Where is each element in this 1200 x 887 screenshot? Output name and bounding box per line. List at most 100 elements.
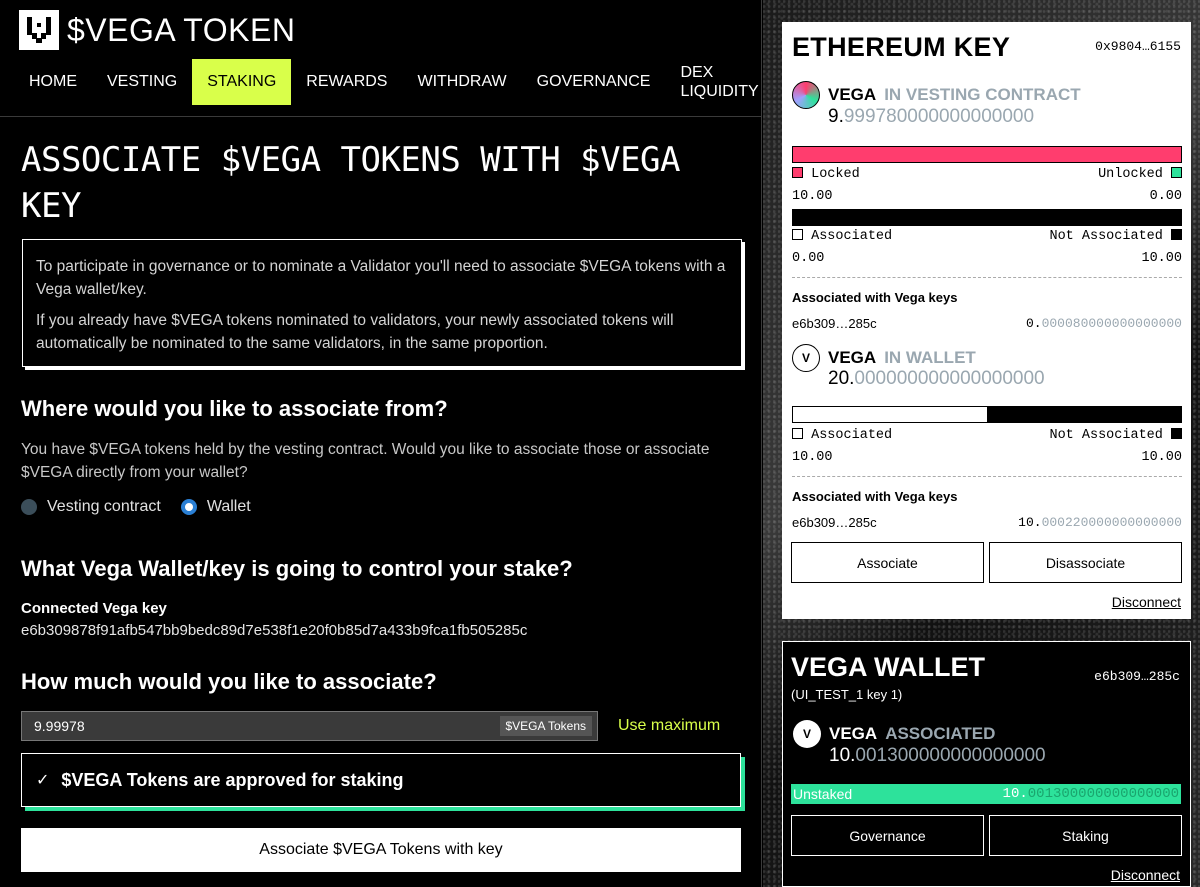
nav-divider — [0, 116, 762, 117]
radio-vesting-contract-label[interactable]: Vesting contract — [47, 498, 161, 516]
nav-item-vesting[interactable]: VESTING — [92, 59, 192, 105]
radio-wallet[interactable] — [180, 499, 197, 515]
ethereum-key-card: ETHEREUM KEY 0x9804…6155 VEGA IN VESTING… — [782, 22, 1191, 619]
wallet-assoc-legend: Associated Not Associated — [792, 428, 1182, 443]
not-associated-label: Not Associated — [1049, 428, 1163, 443]
radio-wallet-label[interactable]: Wallet — [207, 498, 251, 516]
main-nav: HOME VESTING STAKING REWARDS WITHDRAW GO… — [14, 59, 774, 105]
vega-logo-icon — [19, 10, 59, 50]
wallet-heading: What Vega Wallet/key is going to control… — [21, 556, 573, 581]
wallet-amount: 20.000000000000000000 — [828, 368, 1045, 390]
associated-label: Associated — [811, 428, 893, 443]
unstaked-dec: 001300000000000000 — [1027, 786, 1179, 802]
info-text-2: If you already have $VEGA tokens nominat… — [36, 312, 674, 352]
vesting-token-label: IN VESTING CONTRACT — [884, 85, 1081, 104]
vesting-token-name: VEGA — [828, 85, 877, 104]
wallet-key: e6b309…285c — [792, 515, 877, 530]
nav-item-dex-liquidity-line2: LIQUIDITY — [680, 83, 759, 100]
vesting-amount-int: 9. — [828, 106, 844, 127]
associate-button[interactable]: Associate — [791, 542, 984, 583]
vega-wallet-card: VEGA WALLET e6b309…285c (UI_TEST_1 key 1… — [782, 641, 1191, 887]
unstaked-int: 10. — [1002, 786, 1028, 802]
locked-legend: Locked Unlocked — [792, 167, 1182, 182]
vesting-associated-bar — [792, 209, 1182, 226]
check-icon: ✓ — [36, 772, 50, 789]
amount-input-value: 9.99978 — [34, 718, 85, 734]
vega-token-icon: V — [792, 344, 820, 372]
vesting-assoc-legend: Associated Not Associated — [792, 229, 1182, 244]
associated-value: 10.00 — [792, 450, 833, 465]
disassociate-button[interactable]: Disassociate — [989, 542, 1182, 583]
not-associated-swatch — [1171, 229, 1182, 240]
use-maximum-button[interactable]: Use maximum — [618, 717, 720, 735]
vega-wallet-subtitle: (UI_TEST_1 key 1) — [791, 687, 903, 702]
vega-wallet-title: VEGA WALLET — [791, 652, 985, 682]
vw-amount: 10.001300000000000000 — [829, 745, 1046, 767]
brand-title: $VEGA TOKEN — [67, 11, 296, 48]
vesting-keys-heading: Associated with Vega keys — [792, 290, 958, 305]
ethereum-address: 0x9804…6155 — [1095, 39, 1181, 54]
vega-wallet-disconnect-link[interactable]: Disconnect — [1111, 867, 1180, 883]
vw-token-header: V VEGA ASSOCIATED — [793, 720, 995, 748]
vega-token-icon — [792, 81, 820, 109]
brand[interactable]: $VEGA TOKEN — [19, 10, 295, 50]
source-radio-group: Vesting contract Wallet — [21, 498, 271, 516]
locked-label: Locked — [811, 167, 860, 182]
associated-swatch — [792, 428, 803, 439]
wallet-amount-dec: 000000000000000000 — [854, 368, 1045, 389]
nav-item-rewards[interactable]: REWARDS — [291, 59, 402, 105]
wallet-not-associated-fill — [987, 407, 1181, 422]
governance-button[interactable]: Governance — [791, 815, 984, 856]
vesting-assoc-values: 0.00 10.00 — [792, 251, 1182, 266]
eth-disconnect-link[interactable]: Disconnect — [1112, 594, 1181, 610]
approved-callout: ✓ $VEGA Tokens are approved for staking — [21, 753, 741, 807]
unstaked-label: Unstaked — [793, 786, 853, 802]
associated-swatch — [792, 229, 803, 240]
page-title: ASSOCIATE $VEGA TOKENS WITH $VEGA KEY — [21, 140, 681, 226]
unstaked-bar: Unstaked 10.001300000000000000 — [791, 784, 1181, 804]
vesting-key-amount-int: 0. — [1025, 316, 1042, 331]
vw-amount-dec: 001300000000000000 — [855, 745, 1046, 766]
wallet-keys-heading: Associated with Vega keys — [792, 489, 958, 504]
locked-value: 10.00 — [792, 189, 833, 204]
vega-token-icon: V — [793, 720, 821, 748]
associate-tokens-button[interactable]: Associate $VEGA Tokens with key — [21, 828, 741, 872]
vesting-key-row: e6b309…285c 0.000080000000000000 — [792, 316, 1182, 331]
vesting-key-amount-dec: 000080000000000000 — [1041, 316, 1182, 331]
locked-progress-bar — [792, 146, 1182, 163]
approved-text: $VEGA Tokens are approved for staking — [61, 769, 404, 790]
radio-vesting-contract[interactable] — [21, 499, 37, 515]
locked-values: 10.00 0.00 — [792, 189, 1182, 204]
nav-item-withdraw[interactable]: WITHDRAW — [402, 59, 521, 105]
unlocked-value: 0.00 — [1149, 189, 1182, 204]
vesting-amount-dec: 999780000000000000 — [843, 106, 1035, 127]
info-callout: To participate in governance or to nomin… — [22, 239, 742, 367]
vw-token-name: VEGA — [829, 724, 878, 743]
vesting-key: e6b309…285c — [792, 316, 877, 331]
associated-value: 0.00 — [792, 251, 825, 266]
vw-amount-int: 10. — [829, 745, 856, 766]
amount-heading: How much would you like to associate? — [21, 669, 437, 694]
nav-item-staking[interactable]: STAKING — [192, 59, 292, 105]
ethereum-key-title: ETHEREUM KEY — [792, 32, 1011, 62]
unlocked-label: Unlocked — [1098, 167, 1163, 182]
nav-item-dex-liquidity[interactable]: DEX LIQUIDITY — [665, 59, 773, 105]
staking-button[interactable]: Staking — [989, 815, 1182, 856]
vesting-token-header: VEGA IN VESTING CONTRACT — [792, 81, 1081, 109]
main-panel: $VEGA TOKEN HOME VESTING STAKING REWARDS… — [0, 0, 762, 887]
wallet-assoc-values: 10.00 10.00 — [792, 450, 1182, 465]
source-heading: Where would you like to associate from? — [21, 396, 448, 421]
amount-input[interactable]: 9.99978 $VEGA Tokens — [21, 711, 598, 741]
not-associated-value: 10.00 — [1141, 251, 1182, 266]
nav-item-home[interactable]: HOME — [14, 59, 92, 105]
nav-item-governance[interactable]: GOVERNANCE — [522, 59, 666, 105]
locked-swatch — [792, 167, 803, 178]
divider — [792, 277, 1182, 278]
connected-key-value: e6b309878f91afb547bb9bedc89d7e538f1e20f0… — [21, 622, 528, 639]
wallet-amount-int: 20. — [828, 368, 855, 389]
vesting-amount: 9.999780000000000000 — [828, 106, 1034, 128]
wallet-associated-bar — [792, 406, 1182, 423]
amount-suffix: $VEGA Tokens — [499, 716, 592, 736]
vega-wallet-address: e6b309…285c — [1094, 669, 1180, 684]
wallet-token-name: VEGA — [828, 348, 877, 367]
